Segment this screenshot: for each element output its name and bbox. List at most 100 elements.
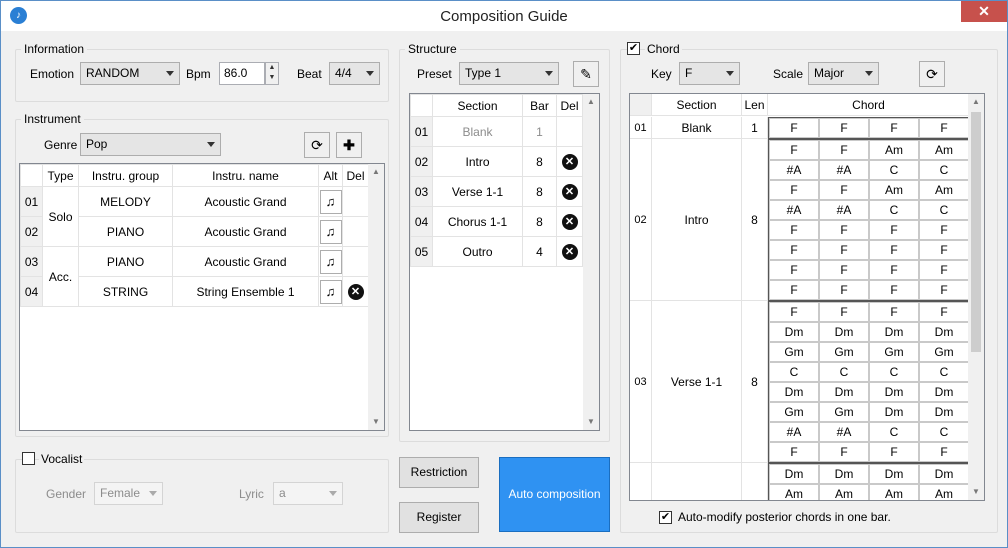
chord-cell[interactable]: Am: [869, 140, 919, 160]
table-row[interactable]: 03 Verse 1-1 8 ✕: [410, 176, 583, 207]
chord-cell[interactable]: #A: [819, 422, 869, 442]
chord-cell[interactable]: F: [769, 140, 819, 160]
chord-cell[interactable]: F: [919, 302, 969, 322]
chord-cell[interactable]: Dm: [919, 322, 969, 342]
chord-cell[interactable]: Am: [869, 180, 919, 200]
section-cell[interactable]: Verse 1-1: [432, 176, 523, 207]
chord-cell[interactable]: Am: [869, 484, 919, 500]
table-row[interactable]: 01 Solo MELODY Acoustic Grand ♫: [20, 186, 369, 247]
chord-cell[interactable]: Dm: [869, 464, 919, 484]
chord-cell[interactable]: F: [919, 220, 969, 240]
chord-cell[interactable]: F: [819, 140, 869, 160]
instrument-scrollbar[interactable]: ▲ ▼: [368, 164, 384, 430]
section-cell[interactable]: Chorus 1-1: [432, 206, 523, 237]
chord-cell[interactable]: F: [769, 180, 819, 200]
chord-cell[interactable]: F: [769, 240, 819, 260]
chord-cell[interactable]: Dm: [819, 464, 869, 484]
genre-select[interactable]: Pop: [80, 133, 221, 156]
table-row[interactable]: 01 Blank 1: [410, 116, 583, 147]
refresh-chord-button[interactable]: ⟳: [919, 61, 945, 87]
bar-cell[interactable]: 4: [522, 236, 557, 267]
name-cell[interactable]: Acoustic Grand: [172, 186, 319, 217]
chord-cell[interactable]: C: [769, 362, 819, 382]
preset-select[interactable]: Type 1: [459, 62, 559, 85]
bpm-spinner[interactable]: ▲ ▼: [265, 62, 279, 85]
close-button[interactable]: ✕: [961, 1, 1007, 22]
structure-scrollbar[interactable]: ▲ ▼: [583, 94, 599, 430]
chord-cell[interactable]: F: [819, 180, 869, 200]
group-cell[interactable]: PIANO: [78, 216, 173, 247]
table-row[interactable]: 03 Acc. PIANO Acoustic Grand ♫: [20, 246, 369, 307]
chord-cell[interactable]: Gm: [769, 402, 819, 422]
beat-select[interactable]: 4/4: [329, 62, 380, 85]
chord-scrollbar[interactable]: ▲ ▼: [968, 94, 984, 500]
table-row[interactable]: 02 Intro 8 ✕: [410, 146, 583, 177]
chord-cell[interactable]: Dm: [769, 322, 819, 342]
delete-icon[interactable]: ✕: [561, 183, 578, 200]
group-cell[interactable]: PIANO: [78, 246, 173, 277]
chord-cell[interactable]: F: [819, 442, 869, 462]
chord-cell[interactable]: Dm: [769, 382, 819, 402]
chord-cell[interactable]: C: [869, 200, 919, 220]
music-note-icon[interactable]: ♫: [319, 279, 342, 304]
scroll-up-icon[interactable]: ▲: [368, 164, 384, 180]
chord-cell[interactable]: F: [769, 280, 819, 300]
chord-cell[interactable]: F: [769, 302, 819, 322]
chord-cell[interactable]: Am: [769, 484, 819, 500]
chord-cell[interactable]: F: [769, 118, 819, 138]
emotion-select[interactable]: RANDOM: [80, 62, 180, 85]
key-select[interactable]: F: [679, 62, 740, 85]
chord-cell[interactable]: Am: [919, 484, 969, 500]
chord-cell[interactable]: C: [919, 422, 969, 442]
table-row[interactable]: 04 Chorus 1-1 8 ✕: [410, 206, 583, 237]
chord-cell[interactable]: F: [819, 260, 869, 280]
auto-composition-button[interactable]: Auto composition: [499, 457, 610, 532]
gender-select[interactable]: Female: [94, 482, 163, 505]
group-cell[interactable]: MELODY: [78, 186, 173, 217]
chord-cell[interactable]: F: [769, 442, 819, 462]
chord-cell[interactable]: Dm: [869, 402, 919, 422]
chord-cell[interactable]: F: [819, 280, 869, 300]
chord-cell[interactable]: F: [869, 442, 919, 462]
chord-cell[interactable]: Am: [919, 140, 969, 160]
chord-cell[interactable]: Gm: [769, 342, 819, 362]
edit-preset-button[interactable]: ✎: [573, 61, 599, 87]
chord-cell[interactable]: F: [869, 302, 919, 322]
section-cell[interactable]: Outro: [432, 236, 523, 267]
chord-cell[interactable]: F: [919, 442, 969, 462]
chord-cell[interactable]: F: [769, 260, 819, 280]
chord-cell[interactable]: C: [869, 362, 919, 382]
register-button[interactable]: Register: [399, 502, 479, 533]
chord-cell[interactable]: Dm: [819, 382, 869, 402]
chord-cell[interactable]: Dm: [919, 382, 969, 402]
chord-cell[interactable]: F: [869, 280, 919, 300]
chord-cell[interactable]: C: [819, 362, 869, 382]
chord-cell[interactable]: F: [919, 280, 969, 300]
chord-cell[interactable]: F: [869, 220, 919, 240]
scroll-thumb[interactable]: [971, 112, 981, 352]
spin-up-icon[interactable]: ▲: [266, 63, 278, 73]
bar-cell[interactable]: 8: [522, 146, 557, 177]
section-cell[interactable]: Intro: [432, 146, 523, 177]
scroll-down-icon[interactable]: ▼: [368, 414, 384, 430]
chord-cell[interactable]: C: [919, 200, 969, 220]
chord-cell[interactable]: F: [919, 240, 969, 260]
auto-modify-checkbox[interactable]: ✔: [659, 511, 672, 524]
chord-cell[interactable]: C: [919, 362, 969, 382]
chord-cell[interactable]: Am: [819, 484, 869, 500]
delete-icon[interactable]: ✕: [347, 283, 364, 300]
name-cell[interactable]: String Ensemble 1: [172, 276, 319, 307]
chord-cell[interactable]: Dm: [919, 464, 969, 484]
delete-icon[interactable]: ✕: [561, 153, 578, 170]
chord-cell[interactable]: F: [819, 240, 869, 260]
chord-cell[interactable]: Dm: [869, 382, 919, 402]
chord-cell[interactable]: #A: [769, 422, 819, 442]
refresh-instrument-button[interactable]: ⟳: [304, 132, 330, 158]
chord-cell[interactable]: F: [819, 302, 869, 322]
vocalist-checkbox[interactable]: [22, 452, 35, 465]
chord-cell[interactable]: F: [869, 118, 919, 138]
chord-cell[interactable]: Am: [919, 180, 969, 200]
name-cell[interactable]: Acoustic Grand: [172, 216, 319, 247]
restriction-button[interactable]: Restriction: [399, 457, 479, 488]
scroll-up-icon[interactable]: ▲: [583, 94, 599, 110]
